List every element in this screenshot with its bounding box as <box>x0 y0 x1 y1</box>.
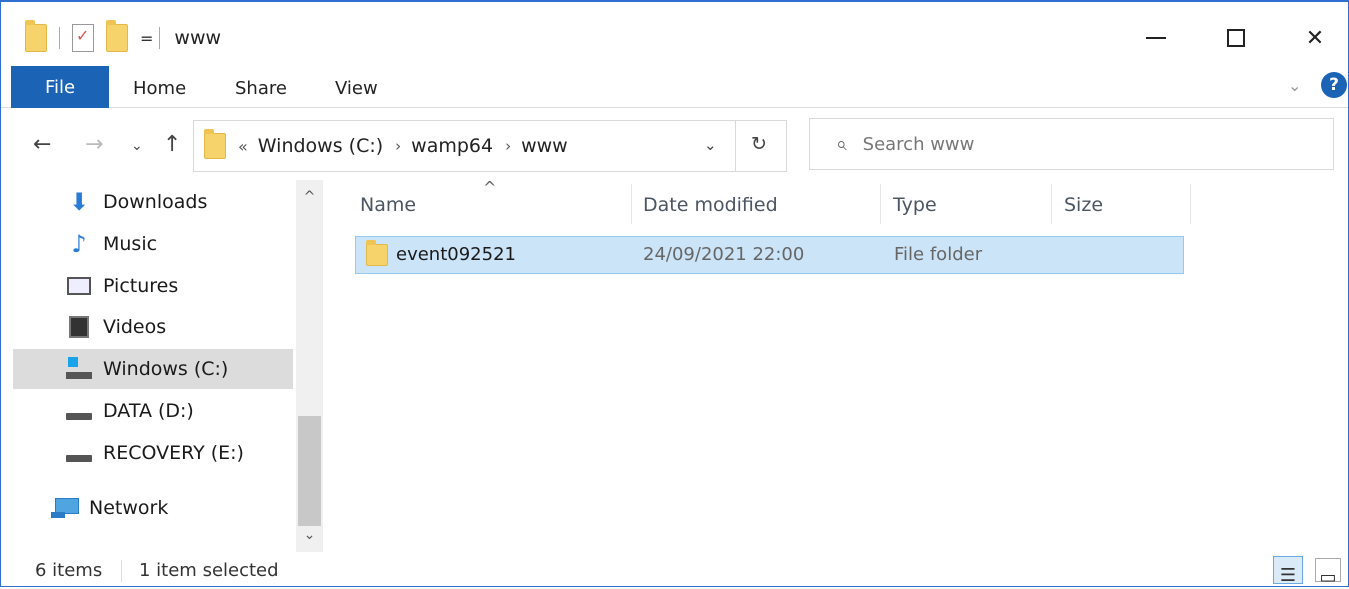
sidebar-item-label: Network <box>89 497 169 519</box>
folder-icon <box>204 129 226 159</box>
breadcrumb-wamp64[interactable]: wamp64 <box>411 135 493 157</box>
maximize-button[interactable] <box>1206 18 1266 58</box>
drive-icon <box>65 397 93 425</box>
folder-icon <box>366 240 388 266</box>
column-header-label: Type <box>893 194 937 216</box>
explorer-window: = www ✕ File Home Share View ⌄ ? ← → ⌄ ↑… <box>0 0 1349 589</box>
recent-locations-chevron-icon[interactable]: ⌄ <box>131 138 143 154</box>
breadcrumb-www[interactable]: www <box>521 135 568 157</box>
download-icon: ⬇ <box>68 188 90 216</box>
breadcrumb-separator-icon[interactable]: › <box>395 137 401 155</box>
forward-button[interactable]: → <box>85 132 103 157</box>
item-count: 6 items <box>35 560 103 581</box>
column-header-name[interactable]: Name <box>360 182 416 228</box>
sort-ascending-icon: ^ <box>483 178 497 197</box>
tab-share[interactable]: Share <box>235 68 287 108</box>
minimize-button[interactable] <box>1126 18 1186 58</box>
address-divider <box>735 121 736 171</box>
selection-count: 1 item selected <box>139 560 279 581</box>
up-button[interactable]: ↑ <box>163 132 181 157</box>
large-icons-view-icon: ▭ <box>1319 567 1337 588</box>
sidebar-item-windows-c[interactable]: Windows (C:) <box>13 349 293 389</box>
sidebar-item-videos[interactable]: Videos <box>13 307 293 347</box>
details-view-icon: ☰ <box>1279 565 1297 586</box>
sidebar-scrollbar[interactable]: ^ ⌄ <box>296 180 323 552</box>
breadcrumb-windows-c[interactable]: Windows (C:) <box>258 135 383 157</box>
scrollbar-thumb[interactable] <box>298 416 321 526</box>
file-type: File folder <box>894 244 983 265</box>
tab-home[interactable]: Home <box>133 68 186 108</box>
toolbar-divider <box>59 27 60 49</box>
close-button[interactable]: ✕ <box>1285 18 1345 58</box>
column-header-label: Name <box>360 194 417 216</box>
navigation-bar: ← → ⌄ ↑ « Windows (C:) › wamp64 › www ⌄ … <box>1 108 1348 180</box>
sidebar-item-data-d[interactable]: DATA (D:) <box>13 391 293 431</box>
pictures-icon <box>65 272 93 300</box>
help-icon[interactable]: ? <box>1321 72 1347 98</box>
new-folder-icon[interactable] <box>106 20 128 52</box>
column-divider[interactable] <box>880 184 881 224</box>
folder-icon <box>25 20 47 52</box>
column-header-label: Date modified <box>643 194 778 216</box>
file-name: event092521 <box>396 244 516 265</box>
back-button[interactable]: ← <box>33 132 51 157</box>
table-row[interactable]: event092521 24/09/2021 22:00 File folder <box>355 236 1184 274</box>
tab-view[interactable]: View <box>335 68 378 108</box>
network-icon <box>51 494 79 522</box>
column-header-type[interactable]: Type <box>893 182 937 228</box>
file-list: Name ^ Date modified Type Size event0925… <box>323 178 1348 552</box>
sidebar-item-label: Pictures <box>103 275 179 297</box>
sidebar-item-label: RECOVERY (E:) <box>103 442 244 464</box>
close-icon: ✕ <box>1305 25 1325 51</box>
search-icon: ⌕ <box>836 133 847 155</box>
minimize-icon <box>1146 37 1166 39</box>
toolbar-divider <box>159 27 161 49</box>
music-icon: ♪ <box>71 230 87 258</box>
file-date-modified: 24/09/2021 22:00 <box>643 244 805 265</box>
window-title: www <box>174 27 222 49</box>
expand-ribbon-chevron-icon[interactable]: ⌄ <box>1288 76 1301 95</box>
search-box[interactable]: ⌕ <box>809 118 1334 170</box>
sidebar-item-network[interactable]: Network <box>13 488 293 528</box>
windows-drive-icon <box>65 355 93 383</box>
column-header-label: Size <box>1064 194 1104 216</box>
sidebar-item-pictures[interactable]: Pictures <box>13 266 293 306</box>
sidebar-item-music[interactable]: ♪ Music <box>13 224 293 264</box>
column-header-date-modified[interactable]: Date modified <box>643 182 778 228</box>
tab-file[interactable]: File <box>11 66 109 108</box>
search-input[interactable] <box>862 133 1283 155</box>
refresh-icon[interactable]: ↻ <box>751 133 767 155</box>
details-view-button[interactable]: ☰ <box>1273 556 1303 586</box>
customize-toolbar-dropdown[interactable]: = <box>140 29 153 48</box>
sidebar-item-label: DATA (D:) <box>103 400 194 422</box>
quick-access-toolbar: = www <box>25 20 222 52</box>
sidebar-item-recovery-e[interactable]: RECOVERY (E:) <box>13 433 293 473</box>
column-header-size[interactable]: Size <box>1064 182 1103 228</box>
column-divider[interactable] <box>1190 184 1191 224</box>
sidebar-item-label: Music <box>103 233 158 255</box>
scroll-up-icon[interactable]: ^ <box>296 182 323 212</box>
ribbon-tabs: File Home Share View ⌄ ? <box>1 64 1348 108</box>
drive-icon <box>65 439 93 467</box>
large-icons-view-button[interactable]: ▭ <box>1315 558 1341 588</box>
sidebar-item-downloads[interactable]: ⬇ Downloads <box>13 182 293 222</box>
column-divider[interactable] <box>1051 184 1052 224</box>
address-dropdown-icon[interactable]: ⌄ <box>704 136 717 154</box>
column-divider[interactable] <box>631 184 632 224</box>
sidebar-item-label: Windows (C:) <box>103 358 229 380</box>
title-bar: = www ✕ <box>1 2 1348 64</box>
navigation-pane: ⬇ Downloads ♪ Music Pictures Videos Wind… <box>1 180 323 552</box>
status-divider <box>121 560 122 582</box>
address-bar[interactable]: « Windows (C:) › wamp64 › www ⌄ ↻ <box>193 120 787 172</box>
status-bar: 6 items 1 item selected ☰ ▭ <box>1 552 1348 589</box>
breadcrumb-overflow[interactable]: « <box>238 137 248 156</box>
maximize-icon <box>1227 29 1245 47</box>
videos-icon <box>65 313 93 341</box>
sidebar-item-label: Downloads <box>103 191 208 213</box>
scroll-down-icon[interactable]: ⌄ <box>296 520 323 550</box>
properties-icon[interactable] <box>72 24 94 52</box>
sidebar-item-label: Videos <box>103 316 167 338</box>
breadcrumb-separator-icon[interactable]: › <box>505 137 511 155</box>
